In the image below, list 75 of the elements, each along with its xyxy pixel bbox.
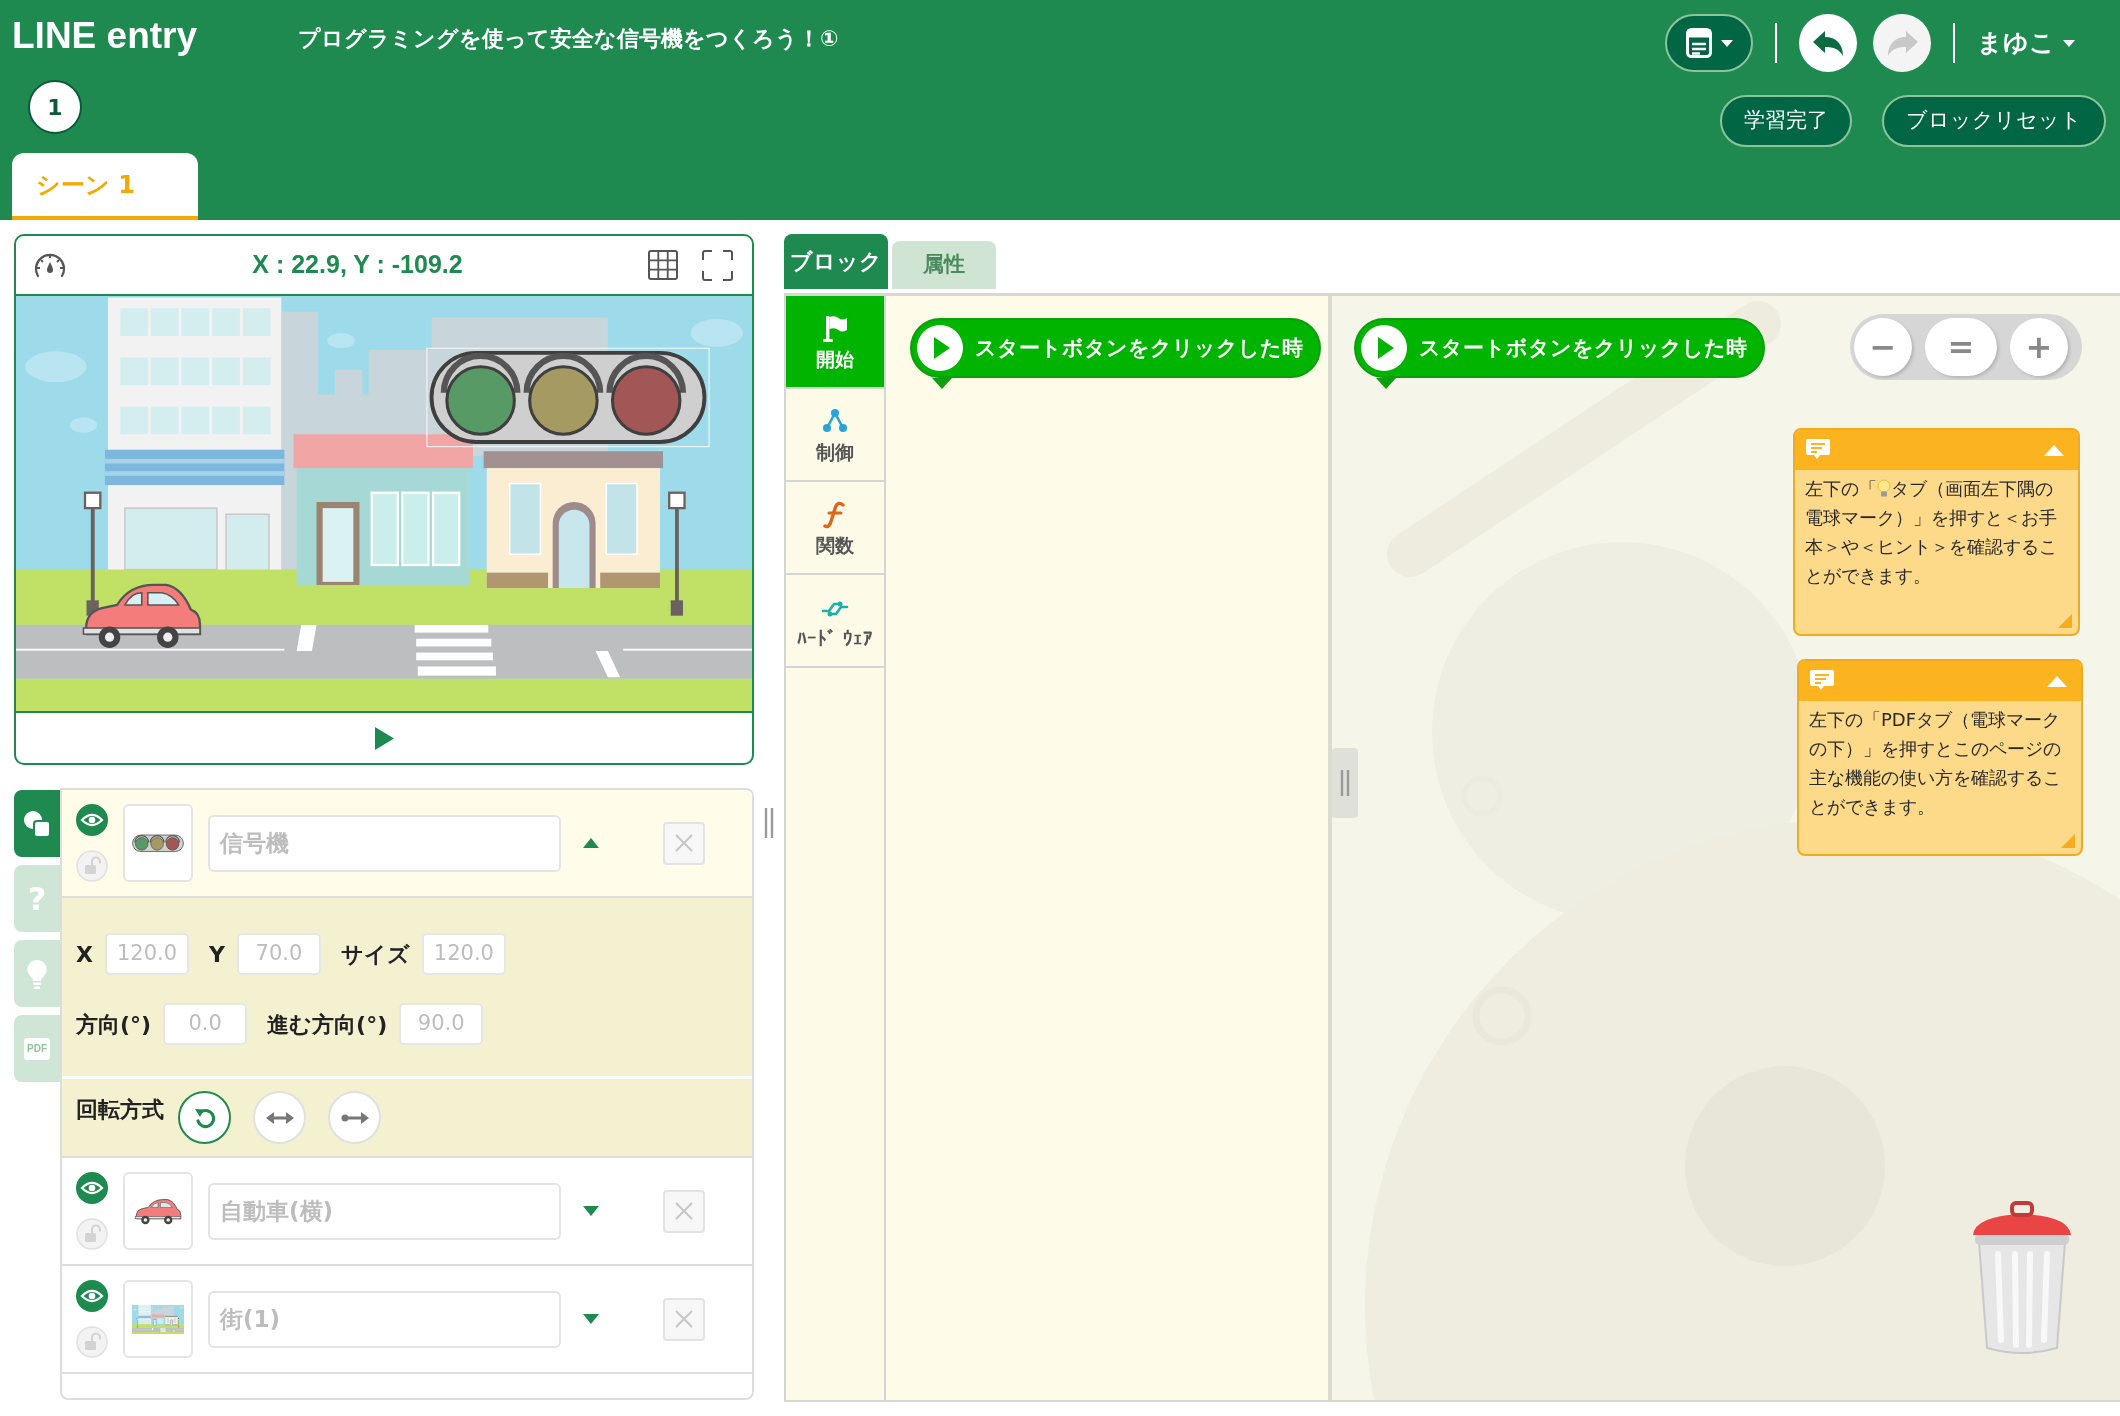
- play-icon: [1361, 325, 1407, 371]
- panel-tab[interactable]: 属性: [892, 241, 996, 289]
- start-event-block[interactable]: スタートボタンをクリックした時: [910, 318, 1321, 389]
- caret-icon[interactable]: [583, 1206, 599, 1216]
- coordinates-readout: X : 22.9, Y : -109.2: [251, 249, 464, 281]
- close-icon: [674, 1201, 694, 1221]
- category-tab[interactable]: 開始: [786, 296, 884, 389]
- property-field[interactable]: 70.0: [236, 933, 321, 975]
- lightbulb-icon: [26, 958, 48, 989]
- property-field[interactable]: 120.0: [421, 933, 506, 975]
- zoom-in-button[interactable]: +: [2010, 318, 2068, 376]
- property-label: 進む方向(°): [267, 1010, 388, 1039]
- close-icon: [674, 1309, 694, 1329]
- caret-icon: [1720, 39, 1733, 47]
- caret-icon[interactable]: [583, 838, 599, 848]
- no-rotation-button[interactable]: [328, 1091, 381, 1144]
- property-label: サイズ: [340, 940, 410, 969]
- shapes-icon: [23, 809, 51, 838]
- name-field[interactable]: 街(1): [208, 1290, 561, 1348]
- resize-grip-icon[interactable]: [2061, 834, 2075, 848]
- step-badge[interactable]: 1: [28, 80, 82, 134]
- rotate-free-button[interactable]: [178, 1091, 231, 1144]
- property-field[interactable]: 0.0: [163, 1003, 248, 1045]
- resize-grip-icon[interactable]: [2058, 614, 2072, 628]
- flag-icon: [820, 313, 850, 344]
- eye-icon[interactable]: [76, 1172, 108, 1204]
- play-icon: [917, 325, 963, 371]
- header-action-button[interactable]: 学習完了: [1720, 95, 1852, 147]
- start-event-block[interactable]: スタートボタンをクリックした時: [1354, 318, 1765, 389]
- panel-tab[interactable]: ブロック: [784, 234, 888, 289]
- property-label: 回転方式: [76, 1096, 164, 1124]
- play-button[interactable]: [374, 726, 394, 750]
- town-scene-icon: [123, 1280, 193, 1358]
- save-button[interactable]: [1665, 14, 1753, 72]
- lightbulb-icon: [1877, 478, 1891, 499]
- property-field[interactable]: 120.0: [104, 933, 189, 975]
- car-icon: [123, 1172, 193, 1250]
- pdf-tab[interactable]: PDF: [14, 1015, 60, 1082]
- traffic-light-icon: [123, 804, 193, 882]
- lesson-title: プログラミングを使って安全な信号機をつくろう！①: [298, 25, 839, 53]
- property-field[interactable]: 90.0: [399, 1003, 484, 1045]
- redo-arrow-icon: [1885, 28, 1919, 58]
- car-drawing[interactable]: [82, 583, 202, 648]
- comment-text: タブ（画面左下隅の: [1891, 477, 2053, 501]
- zoom-out-button[interactable]: −: [1854, 318, 1912, 376]
- comment-text: 左下の「PDFタブ（電球マークの下）」を押すとこのページの主な機能の使い方を確認することができます。: [1809, 708, 2062, 819]
- undo-button[interactable]: [1799, 14, 1857, 72]
- caret-icon: [2063, 39, 2075, 47]
- block-notch: [1376, 378, 1396, 389]
- comment-text: 左下の「: [1805, 477, 1877, 501]
- property-label: Y: [208, 940, 225, 969]
- eye-icon[interactable]: [76, 804, 108, 836]
- property-label: 方向(°): [76, 1010, 152, 1039]
- fullscreen-icon[interactable]: [702, 249, 733, 281]
- flip-horizontal-button[interactable]: [253, 1091, 306, 1144]
- grid-icon[interactable]: [648, 250, 678, 280]
- traffic-light-drawing[interactable]: [426, 347, 710, 448]
- caret-icon[interactable]: [583, 1314, 599, 1324]
- block-notch: [932, 378, 952, 389]
- header-action-button[interactable]: ブロックリセット: [1882, 95, 2106, 147]
- property-label: X: [76, 940, 93, 969]
- objects-tab[interactable]: [14, 790, 60, 857]
- undo-arrow-icon: [1811, 28, 1845, 58]
- eye-icon[interactable]: [76, 1280, 108, 1312]
- scene-tab[interactable]: シーン 1: [12, 153, 198, 220]
- name-field[interactable]: 信号機: [208, 814, 561, 872]
- close-icon: [674, 833, 694, 853]
- object-row[interactable]: 信号機: [62, 790, 752, 898]
- resize-handle[interactable]: [763, 808, 775, 838]
- zoom-reset-button[interactable]: =: [1925, 318, 1997, 376]
- comment-text: 電球マーク）」を押すと＜お手本＞や＜ヒント＞を確認することができます。: [1805, 506, 2058, 588]
- user-menu[interactable]: まゆこ: [1977, 24, 2075, 62]
- resize-handle[interactable]: [1332, 748, 1358, 818]
- logo: LINE entry: [12, 14, 198, 58]
- name-field[interactable]: 自動車(横): [208, 1182, 561, 1240]
